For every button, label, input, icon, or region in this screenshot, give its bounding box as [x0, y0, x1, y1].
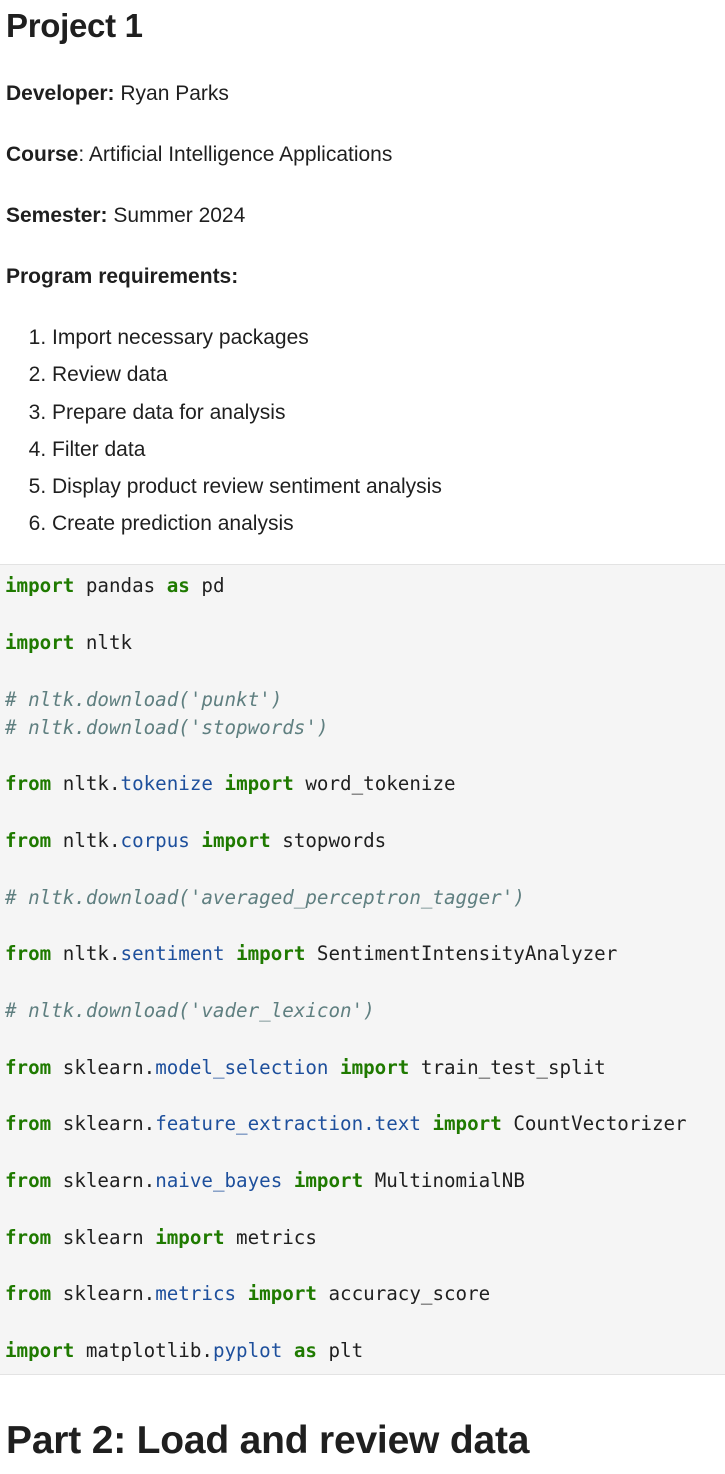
code-line: import matplotlib.pyplot as plt [5, 1337, 363, 1365]
code-comment: # nltk.download('stopwords') [5, 716, 329, 739]
section-heading: Part 2: Load and review data [6, 1419, 530, 1462]
code-line: from nltk.corpus import stopwords [5, 827, 386, 855]
code-module: feature_extraction.text [155, 1112, 421, 1135]
code-keyword: from [5, 1226, 52, 1249]
code-text: pd [189, 574, 225, 597]
code-keyword: from [5, 1169, 52, 1192]
code-module: corpus [120, 829, 190, 852]
code-text: train_test_split [409, 1056, 606, 1079]
code-keyword: import [432, 1112, 502, 1135]
code-comment: # nltk.download('punkt') [5, 688, 283, 711]
code-line: from sklearn.model_selection import trai… [5, 1054, 606, 1082]
markdown-cell: Project 1 Developer: Ryan Parks Course: … [0, 0, 725, 549]
code-keyword: import [293, 1169, 364, 1192]
code-keyword: as [166, 574, 190, 597]
developer-line: Developer: Ryan Parks [6, 81, 719, 107]
code-line: from sklearn.naive_bayes import Multinom… [5, 1167, 525, 1195]
code-line: from sklearn.feature_extraction.text imp… [5, 1110, 687, 1138]
code-line: from nltk.sentiment import SentimentInte… [5, 940, 617, 968]
semester-label: Semester: [6, 204, 108, 227]
code-text: SentimentIntensityAnalyzer [305, 942, 618, 965]
code-text: sklearn. [51, 1112, 156, 1135]
list-item: Import necessary packages [52, 325, 719, 362]
code-text: nltk [74, 631, 133, 654]
requirements-heading: Program requirements: [6, 264, 719, 290]
code-text: metrics [224, 1226, 317, 1249]
code-text: accuracy_score [316, 1282, 491, 1305]
code-comment: # nltk.download('averaged_perceptron_tag… [5, 886, 525, 909]
code-text: nltk. [51, 772, 121, 795]
code-keyword: import [201, 829, 271, 852]
list-item: Review data [52, 362, 719, 399]
code-text: sklearn. [51, 1169, 156, 1192]
code-text: sklearn [51, 1226, 156, 1249]
code-keyword: import [224, 772, 294, 795]
code-keyword: import [340, 1056, 410, 1079]
code-cell[interactable]: import pandas as pd import nltk # nltk.dow… [0, 564, 725, 1375]
semester-value: Summer 2024 [107, 204, 246, 227]
code-module: tokenize [120, 772, 213, 795]
code-text: CountVectorizer [501, 1112, 687, 1135]
course-line: Course: Artificial Intelligence Applicat… [6, 142, 719, 168]
code-text: nltk. [51, 942, 121, 965]
code-keyword: import [5, 631, 75, 654]
course-value: : Artificial Intelligence Applications [78, 143, 393, 166]
code-module: metrics [155, 1282, 237, 1305]
requirements-heading-text: Program requirements: [6, 265, 239, 288]
code-keyword: import [155, 1226, 225, 1249]
code-keyword: import [5, 1339, 75, 1362]
code-text: stopwords [270, 829, 387, 852]
code-line: from nltk.tokenize import word_tokenize [5, 770, 456, 798]
code-line: # nltk.download('punkt') [5, 686, 282, 714]
code-keyword: from [5, 1112, 52, 1135]
code-line: import pandas as pd [5, 572, 225, 600]
requirements-list: Import necessary packages Review data Pr… [6, 325, 719, 549]
code-keyword: import [247, 1282, 317, 1305]
code-text: MultinomialNB [363, 1169, 525, 1192]
code-text: word_tokenize [293, 772, 456, 795]
code-keyword: from [5, 1056, 52, 1079]
code-keyword: from [5, 772, 52, 795]
code-module: naive_bayes [155, 1169, 283, 1192]
list-item: Display product review sentiment analysi… [52, 474, 719, 511]
code-text: sklearn. [51, 1056, 156, 1079]
code-keyword: from [5, 942, 52, 965]
course-label: Course [6, 143, 79, 166]
list-item: Prepare data for analysis [52, 400, 719, 437]
code-comment: # nltk.download('vader_lexicon') [5, 999, 375, 1022]
code-text: plt [316, 1339, 364, 1362]
code-text: sklearn. [51, 1282, 156, 1305]
code-keyword: from [5, 829, 52, 852]
list-item: Create prediction analysis [52, 511, 719, 548]
code-line: # nltk.download('stopwords') [5, 714, 328, 742]
code-module: model_selection [155, 1056, 329, 1079]
list-item: Filter data [52, 437, 719, 474]
code-keyword: import [5, 574, 75, 597]
developer-value: Ryan Parks [114, 82, 229, 105]
code-line: # nltk.download('averaged_perceptron_tag… [5, 884, 525, 912]
code-module: sentiment [120, 942, 225, 965]
code-text: matplotlib. [74, 1339, 213, 1362]
code-line: from sklearn.metrics import accuracy_sco… [5, 1280, 490, 1308]
code-line: # nltk.download('vader_lexicon') [5, 997, 375, 1025]
page-title: Project 1 [6, 7, 143, 44]
code-text: nltk. [51, 829, 121, 852]
code-keyword: as [293, 1339, 317, 1362]
code-module: pyplot [212, 1339, 283, 1362]
developer-label: Developer: [6, 82, 115, 105]
code-keyword: import [236, 942, 306, 965]
semester-line: Semester: Summer 2024 [6, 203, 719, 229]
code-line: from sklearn import metrics [5, 1224, 317, 1252]
code-line: import nltk [5, 629, 132, 657]
code-text: pandas [74, 574, 167, 597]
code-keyword: from [5, 1282, 52, 1305]
